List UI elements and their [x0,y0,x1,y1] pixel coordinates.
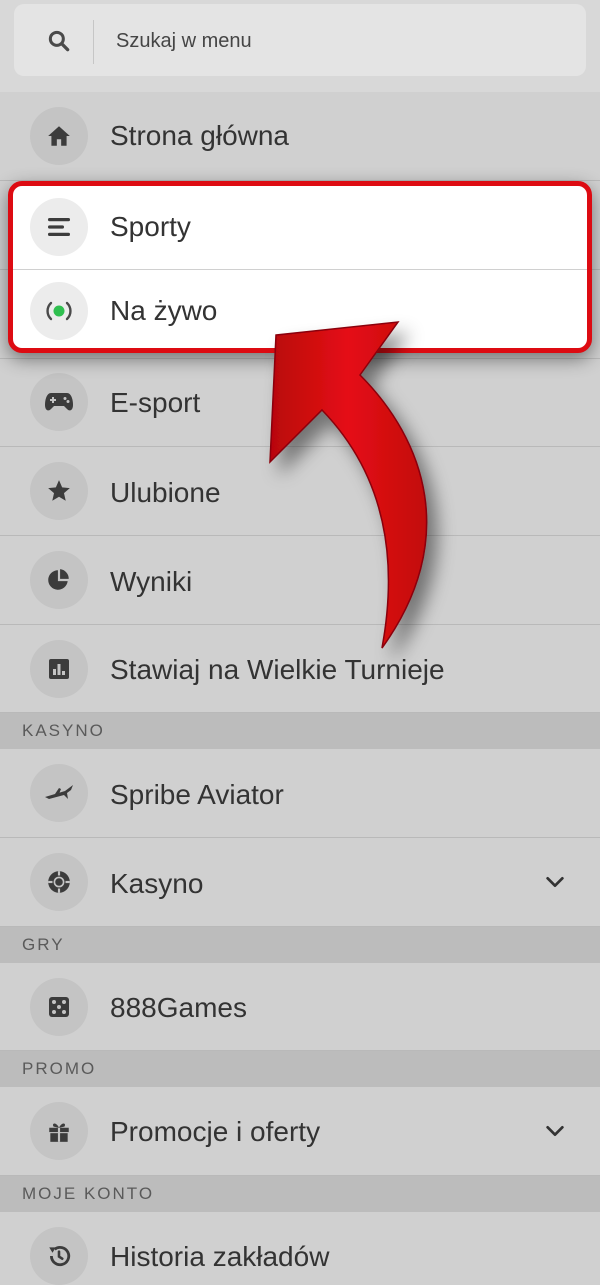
menu-item-results[interactable]: Wyniki [0,536,600,625]
search-placeholder: Szukaj w menu [116,30,252,52]
history-icon [30,1227,88,1285]
section-header-casino: KASYNO [0,713,600,749]
menu-item-label: 888Games [110,992,247,1023]
menu-item-label: Strona główna [110,120,290,151]
live-icon [30,282,88,340]
bar-chart-icon [30,640,88,698]
gift-icon [30,1102,88,1160]
airplane-icon [30,764,88,822]
menu-item-promotions[interactable]: Promocje i oferty [0,1087,600,1176]
menu-item-label: Wyniki [110,566,193,597]
menu-item-label: Sporty [110,211,191,242]
pie-chart-icon [30,551,88,609]
menu-item-label: Promocje i oferty [110,1116,321,1147]
menu-lines-icon [30,198,88,256]
menu-item-casino[interactable]: Kasyno [0,838,600,927]
menu-item-aviator[interactable]: Spribe Aviator [0,749,600,838]
chevron-down-icon[interactable] [544,1120,566,1142]
menu-item-label: Spribe Aviator [110,779,284,810]
chevron-down-icon[interactable] [544,871,566,893]
star-icon [30,462,88,520]
highlight-box: Sporty Na żywo [8,181,592,353]
menu-item-label: Na żywo [110,295,218,326]
search-divider [93,20,94,64]
menu-item-888games[interactable]: 888Games [0,963,600,1051]
search-icon [48,30,70,52]
menu-item-label: E-sport [110,387,201,418]
menu-item-label: Stawiaj na Wielkie Turnieje [110,654,445,685]
home-icon [30,107,88,165]
menu-item-esport[interactable]: E-sport [0,359,600,447]
menu-item-tournaments[interactable]: Stawiaj na Wielkie Turnieje [0,625,600,713]
casino-chip-icon [30,853,88,911]
dice-icon [30,978,88,1036]
menu-item-bet-history[interactable]: Historia zakładów [0,1212,600,1285]
section-header-account: MOJE KONTO [0,1176,600,1212]
gamepad-icon [30,373,88,431]
search-input[interactable]: Szukaj w menu [14,4,586,76]
menu-item-sports[interactable]: Sporty [13,186,587,268]
menu-item-home[interactable]: Strona główna [0,92,600,181]
search-bar: Szukaj w menu [0,0,600,92]
section-header-promo: PROMO [0,1051,600,1087]
menu-item-label: Ulubione [110,477,221,508]
section-header-games: GRY [0,927,600,963]
menu-item-label: Kasyno [110,868,204,899]
menu-item-live[interactable]: Na żywo [13,270,587,348]
menu-item-label: Historia zakładów [110,1241,330,1272]
menu-item-favorites[interactable]: Ulubione [0,447,600,536]
